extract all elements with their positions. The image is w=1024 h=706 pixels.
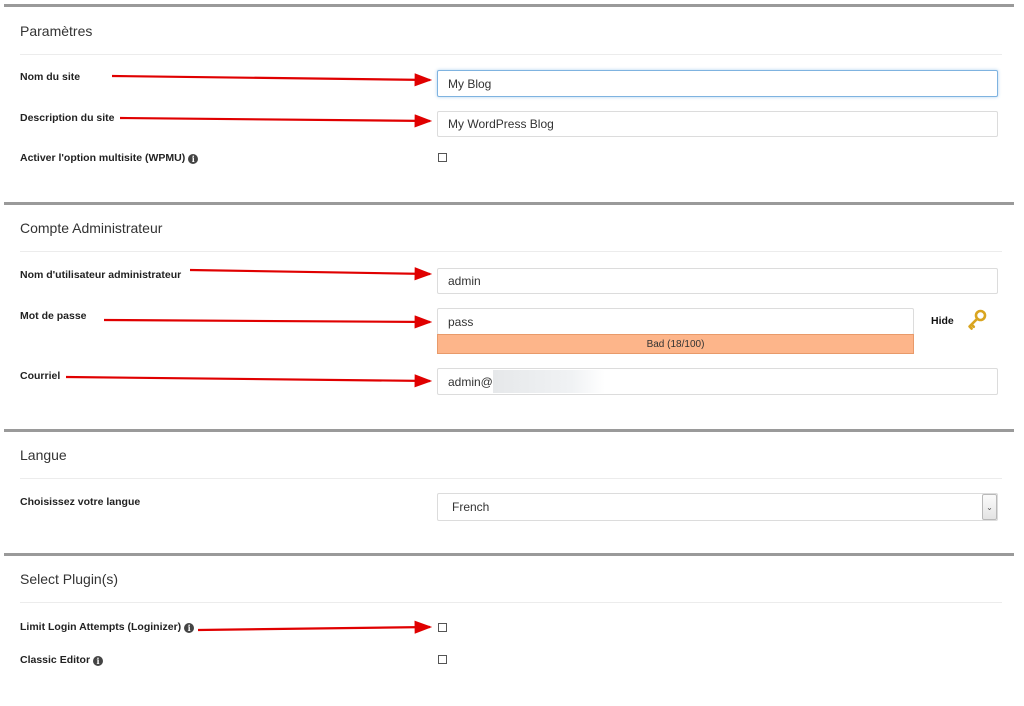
red-arrow-annotation (119, 114, 433, 128)
red-arrow-annotation (65, 374, 433, 388)
red-arrow-annotation (197, 620, 433, 634)
red-arrow-annotation (189, 267, 433, 281)
red-arrow-annotation (111, 73, 433, 87)
red-arrow-annotation (103, 315, 433, 329)
annotation-arrows (65, 73, 433, 634)
